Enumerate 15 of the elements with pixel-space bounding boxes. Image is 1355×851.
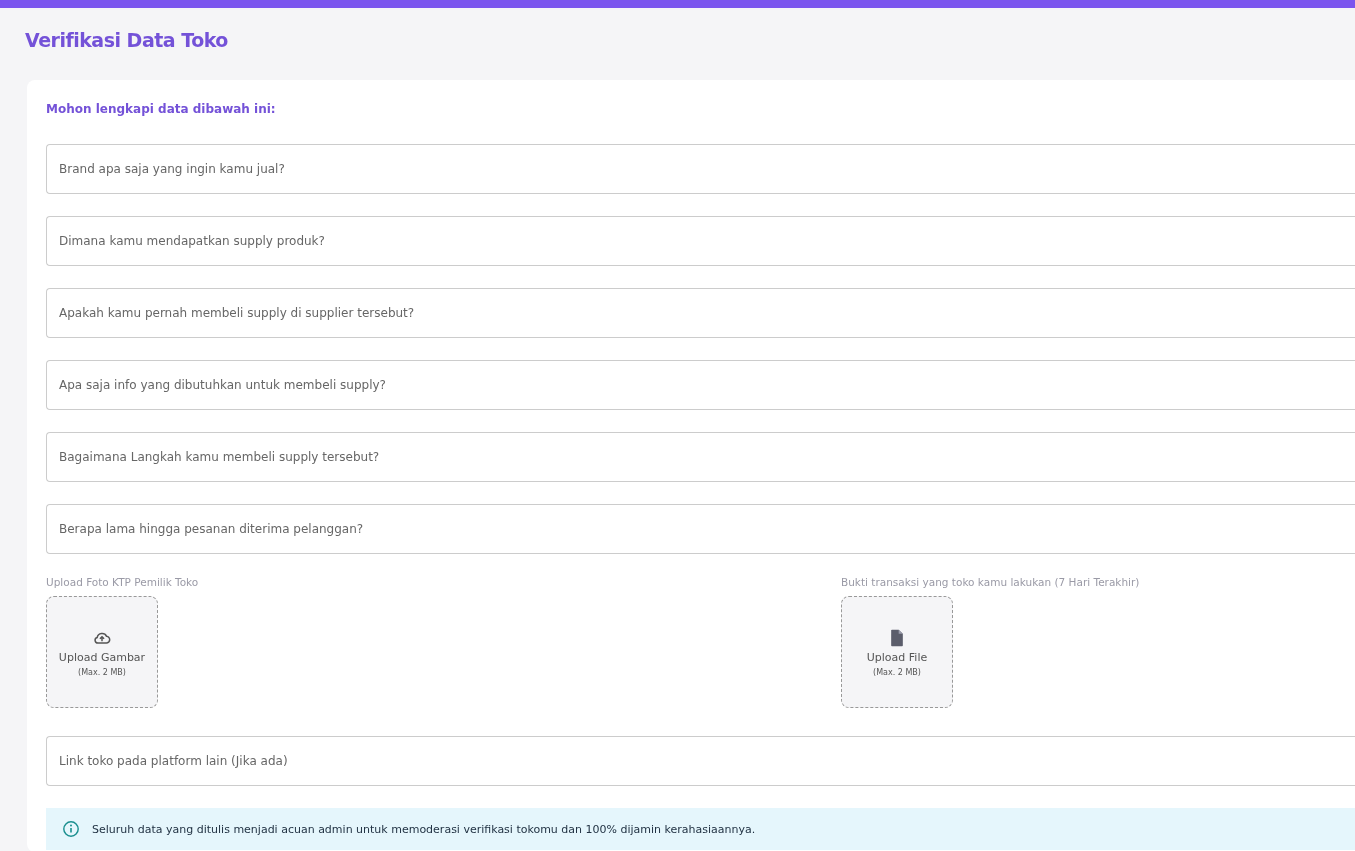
input-field[interactable]: Apakah kamu pernah membeli supply di supplier tersebut? [46,288,1355,338]
input-field[interactable]: Berapa lama hingga pesanan diterima pelanggan? [46,504,1355,554]
instruction-text: Mohon lengkapi data dibawah ini: [46,102,277,117]
upload-label: Upload Foto KTP Pemilik Toko [46,576,200,590]
input-field[interactable]: Brand apa saja yang ingin kamu jual? [46,144,1355,194]
input-field[interactable]: Bagaimana Langkah kamu membeli supply tersebut? [46,432,1355,482]
input-field[interactable]: Link toko pada platform lain (Jika ada) [46,736,1355,786]
notice-text: Seluruh data yang ditulis menjadi acuan admin untuk memoderasi verifikasi tokomu dan 100% dijamin kerahasiaannya. [92,822,756,836]
input-field[interactable]: Dimana kamu mendapatkan supply produk? [46,216,1355,266]
upload-button[interactable]: Upload File (Max. 2 MB) [841,596,953,708]
info-icon [62,820,80,838]
upload-label: Bukti transaksi yang toko kamu lakukan (7 Hari Terakhir) [841,576,1141,590]
input-field[interactable]: Apa saja info yang dibutuhkan untuk membeli supply? [46,360,1355,410]
upload-button[interactable]: Upload Gambar (Max. 2 MB) [46,596,158,708]
page-title: Verifikasi Data Toko [24,28,229,53]
